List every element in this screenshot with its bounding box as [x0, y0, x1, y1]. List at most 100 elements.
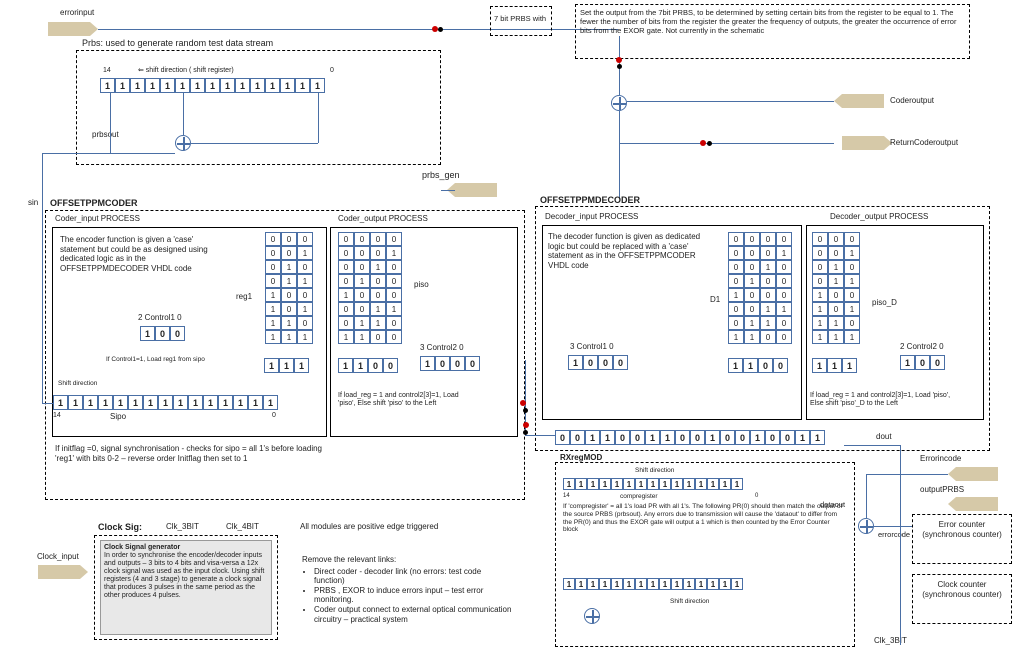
clkcounter-label: Clock counter (synchronous counter)	[918, 580, 1006, 599]
errorcode-label: errorcode	[878, 530, 910, 539]
shiftdir1: Shift direction	[58, 380, 97, 388]
dec-note: The decoder function is given as dedicat…	[548, 232, 713, 270]
link-dot	[616, 57, 622, 63]
wire	[619, 111, 620, 199]
reg1-row: 111	[264, 358, 309, 373]
s0: 0	[272, 412, 276, 420]
7bitprbs-note: Set the output from the 7bit PRBS, to be…	[580, 8, 965, 35]
pisoD-grid: 000001010011100101110111	[812, 232, 860, 344]
dataout-label: dataout	[820, 500, 845, 509]
wire	[183, 93, 184, 135]
sipo-label: Sipo	[110, 412, 126, 422]
coder-output-proc: Coder_output PROCESS	[338, 214, 428, 224]
prbs-title: Prbs: used to generate random test data …	[82, 38, 273, 49]
errorinput-port	[48, 22, 90, 36]
rxregmod-title: RXregMOD	[560, 453, 602, 463]
decoder-sipo-row: 001100110010010011	[555, 430, 825, 445]
control1b-row: 1000	[568, 355, 628, 370]
reg1-grid: 000001010011100101110111	[265, 232, 313, 344]
clk3-right: Clk_3BIT	[874, 636, 907, 646]
ifload: If load_reg = 1 and control2[3]=1, Load …	[338, 392, 478, 409]
wire	[441, 190, 455, 191]
link-anchor	[617, 64, 622, 69]
clk3-label: Clk_3BIT	[166, 522, 199, 532]
coder-title: OFFSETPPMCODER	[50, 198, 138, 209]
bottom-reg-row: 111111111111111	[563, 578, 743, 590]
control2-row: 1000	[420, 356, 480, 371]
clockgen-title: Clock Signal generator	[104, 544, 180, 551]
prbs-block	[76, 50, 441, 165]
sipo-row: 111111111111111	[53, 395, 278, 410]
compreg-row: 111111111111111	[563, 478, 743, 490]
wire	[844, 445, 900, 446]
allmods: All modules are positive edge triggered	[300, 522, 438, 532]
outputprbs-port	[956, 497, 998, 511]
prbs-register: 111111111111111	[100, 78, 325, 93]
ifload2: If load_reg = 1 and control2[3]=1, Load …	[810, 392, 965, 409]
clk4-label: Clk_4BIT	[226, 522, 259, 532]
errcounter-label: Error counter (synchronous counter)	[918, 520, 1006, 539]
xor-icon	[584, 608, 600, 624]
shiftdir-bottom: Shift direction	[670, 598, 709, 606]
piso-grid: 00000001001001001000001101101100	[338, 232, 402, 344]
wire	[900, 445, 901, 645]
control2-label: 3 Control2 0	[420, 343, 464, 353]
remove-title: Remove the relevant links:	[302, 555, 396, 564]
wire	[318, 93, 319, 143]
link-dot	[520, 400, 526, 406]
shiftdir-reg: ⇐ shift direction ( shift register)	[138, 67, 234, 75]
control2b-row: 100	[900, 355, 945, 370]
control1-label: 2 Control1 0	[138, 313, 182, 323]
clocksig-label: Clock Sig:	[98, 522, 142, 533]
ifcontrol1: If Control1=1, Load reg1 from sipo	[106, 356, 205, 364]
wire	[98, 29, 438, 30]
link-anchor	[438, 27, 443, 32]
link-anchor	[707, 141, 712, 146]
returncoder-port	[842, 136, 884, 150]
coderoutput-port	[842, 94, 884, 108]
clockgen-greybox: Clock Signal generator In order to synch…	[100, 540, 272, 635]
wire	[866, 474, 948, 475]
wire	[866, 474, 867, 518]
xor-icon	[858, 518, 874, 534]
xor-icon	[611, 95, 627, 111]
wire	[874, 526, 912, 527]
errorincode-port	[956, 467, 998, 481]
outputprbs-label: outputPRBS	[920, 485, 964, 495]
control1b-label: 3 Control1 0	[570, 342, 614, 352]
link-dot	[523, 422, 529, 428]
pisoD-label: piso_D	[872, 298, 897, 308]
wire	[42, 153, 110, 154]
remove-notes: Remove the relevant links: Direct coder …	[302, 555, 512, 624]
wire	[42, 153, 43, 403]
7bitprbs-label: 7 bit PRBS with	[494, 14, 546, 23]
num0: 0	[330, 67, 334, 75]
wire	[110, 153, 175, 154]
link-anchor	[523, 430, 528, 435]
prbs-gen-label: prbs_gen	[422, 170, 460, 181]
control2b-label: 2 Control2 0	[900, 342, 944, 352]
wire	[619, 143, 834, 144]
dec-output-proc: Decoder_output PROCESS	[830, 212, 928, 222]
d1-label: D1	[710, 295, 720, 305]
dout-label: dout	[876, 432, 892, 442]
comp-note: If 'compregister' = all 1's load PR with…	[563, 503, 843, 534]
num14: 14	[103, 67, 111, 75]
link-dot	[700, 140, 706, 146]
wire	[627, 101, 834, 102]
control1-row: 100	[140, 326, 185, 341]
link-anchor	[523, 408, 528, 413]
enc-note: The encoder function is given a 'case' s…	[60, 235, 220, 273]
rem2: PRBS , EXOR to induce errors input – tes…	[314, 586, 512, 605]
coder-input-proc: Coder_input PROCESS	[55, 214, 140, 224]
s14: 14	[53, 412, 61, 420]
wire	[42, 403, 53, 404]
wire	[110, 93, 111, 153]
rem1: Direct coder - decoder link (no errors: …	[314, 567, 512, 586]
shiftdir-rx: Shift direction	[635, 467, 674, 475]
clockinput-port	[38, 565, 80, 579]
returncoder-label: ReturnCoderoutput	[890, 138, 958, 148]
piso-label: piso	[414, 280, 429, 290]
prbsout-label: prbsout	[92, 130, 119, 140]
c0: 0	[755, 493, 758, 500]
